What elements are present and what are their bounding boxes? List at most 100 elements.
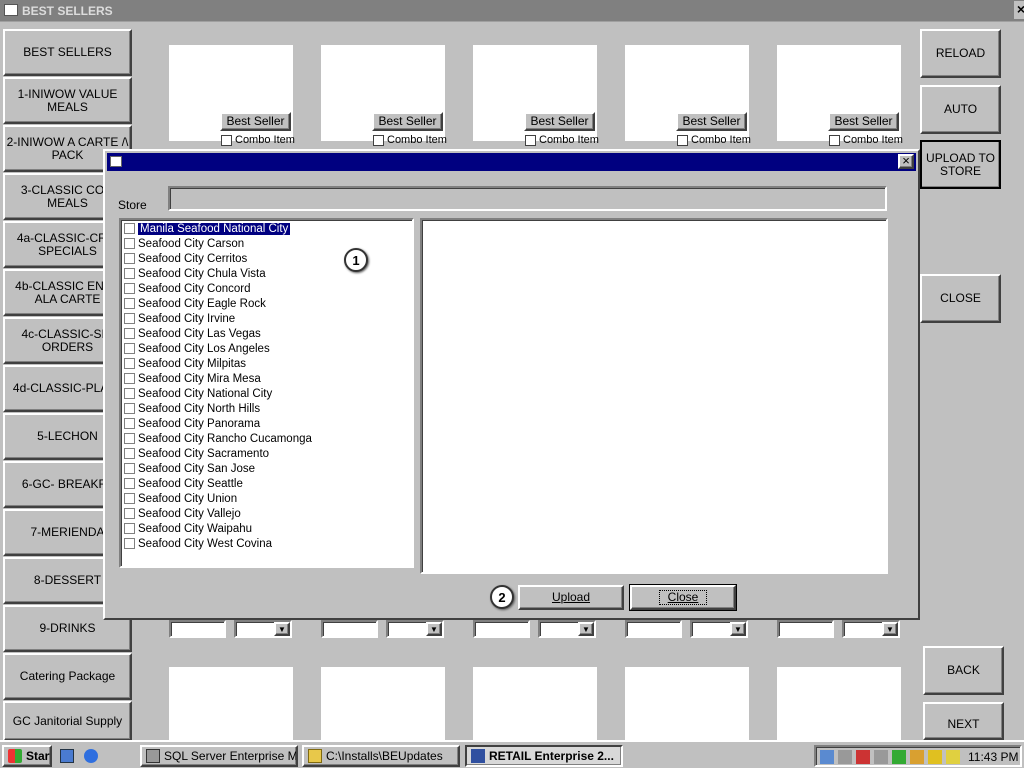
checkbox-box[interactable] [525, 134, 536, 146]
store-list-item[interactable]: Seafood City National City [121, 386, 412, 401]
store-field[interactable] [168, 186, 887, 211]
next-button[interactable]: NEXT [923, 702, 1004, 740]
task-explorer[interactable]: C:\Installs\BEUpdates [302, 745, 460, 767]
quantity-field[interactable] [321, 620, 378, 638]
store-checkbox[interactable] [124, 253, 135, 264]
store-checkbox[interactable] [124, 433, 135, 444]
store-list[interactable]: Manila Seafood National City Seafood City… [119, 218, 414, 568]
combo-item-checkbox[interactable]: Combo Item [525, 134, 599, 146]
quantity-field[interactable] [777, 620, 834, 638]
store-checkbox[interactable] [124, 238, 135, 249]
store-checkbox[interactable] [124, 418, 135, 429]
store-list-item[interactable]: Seafood City Mira Mesa [121, 371, 412, 386]
store-checkbox[interactable] [124, 328, 135, 339]
auto-button[interactable]: AUTO [920, 85, 1001, 134]
reload-button[interactable]: RELOAD [920, 29, 1001, 78]
combo-item-checkbox[interactable]: Combo Item [829, 134, 903, 146]
category-button[interactable]: Catering Package [3, 653, 132, 700]
category-button[interactable]: GC Janitorial Supply [3, 701, 132, 741]
combo-item-checkbox[interactable]: Combo Item [373, 134, 447, 146]
store-list-item[interactable]: Seafood City Sacramento [121, 446, 412, 461]
store-list-item[interactable]: Seafood City Chula Vista [121, 266, 412, 281]
store-checkbox[interactable] [124, 358, 135, 369]
store-checkbox[interactable] [124, 313, 135, 324]
task-retail[interactable]: RETAIL Enterprise 2... [465, 745, 623, 767]
item-tile[interactable] [321, 667, 445, 740]
best-seller-button[interactable]: Best Seller [828, 112, 899, 131]
item-dropdown[interactable]: ▼ [386, 620, 444, 638]
item-dropdown[interactable]: ▼ [234, 620, 292, 638]
chevron-down-icon[interactable]: ▼ [274, 622, 290, 636]
tray-server-icon[interactable] [874, 750, 888, 764]
store-list-item[interactable]: Seafood City Waipahu [121, 521, 412, 536]
upload-button[interactable]: Upload [518, 585, 624, 610]
store-list-item[interactable]: Seafood City Las Vegas [121, 326, 412, 341]
store-list-item[interactable]: Seafood City San Jose [121, 461, 412, 476]
store-checkbox[interactable] [124, 493, 135, 504]
best-seller-button[interactable]: Best Seller [372, 112, 443, 131]
main-close-icon[interactable]: × [1014, 1, 1024, 19]
checkbox-box[interactable] [221, 134, 232, 146]
category-button[interactable]: BEST SELLERS [3, 29, 132, 76]
item-dropdown[interactable]: ▼ [538, 620, 596, 638]
store-checkbox[interactable] [124, 388, 135, 399]
best-seller-button[interactable]: Best Seller [220, 112, 291, 131]
combo-item-checkbox[interactable]: Combo Item [221, 134, 295, 146]
store-checkbox[interactable] [124, 448, 135, 459]
store-list-item[interactable]: Seafood City Irvine [121, 311, 412, 326]
chevron-down-icon[interactable]: ▼ [730, 622, 746, 636]
dialog-close-button[interactable]: Close [629, 584, 737, 611]
store-list-item[interactable]: Manila Seafood National City [121, 221, 412, 236]
item-tile[interactable] [169, 667, 293, 740]
store-checkbox[interactable] [124, 223, 135, 234]
store-checkbox[interactable] [124, 283, 135, 294]
checkbox-box[interactable] [829, 134, 840, 146]
item-tile[interactable] [473, 667, 597, 740]
checkbox-box[interactable] [373, 134, 384, 146]
tray-lock-icon[interactable] [928, 750, 942, 764]
store-checkbox[interactable] [124, 523, 135, 534]
store-list-item[interactable]: Seafood City Carson [121, 236, 412, 251]
store-list-item[interactable]: Seafood City Rancho Cucamonga [121, 431, 412, 446]
quantity-field[interactable] [473, 620, 530, 638]
store-list-item[interactable]: Seafood City Los Angeles [121, 341, 412, 356]
store-checkbox[interactable] [124, 538, 135, 549]
dialog-close-icon[interactable]: × [898, 154, 914, 169]
store-list-item[interactable]: Seafood City Cerritos [121, 251, 412, 266]
item-dropdown[interactable]: ▼ [842, 620, 900, 638]
store-checkbox[interactable] [124, 478, 135, 489]
best-seller-button[interactable]: Best Seller [524, 112, 595, 131]
item-tile[interactable] [777, 667, 901, 740]
quantity-field[interactable] [169, 620, 226, 638]
item-tile[interactable] [625, 667, 749, 740]
tray-server-icon[interactable] [838, 750, 852, 764]
best-seller-button[interactable]: Best Seller [676, 112, 747, 131]
store-list-item[interactable]: Seafood City Panorama [121, 416, 412, 431]
store-checkbox[interactable] [124, 343, 135, 354]
store-checkbox[interactable] [124, 298, 135, 309]
store-checkbox[interactable] [124, 508, 135, 519]
back-button[interactable]: BACK [923, 646, 1004, 695]
item-dropdown[interactable]: ▼ [690, 620, 748, 638]
store-list-item[interactable]: Seafood City Concord [121, 281, 412, 296]
quicklaunch-desktop-icon[interactable] [60, 749, 74, 763]
task-sql-server[interactable]: SQL Server Enterprise Ma... [140, 745, 298, 767]
store-list-item[interactable]: Seafood City Union [121, 491, 412, 506]
combo-item-checkbox[interactable]: Combo Item [677, 134, 751, 146]
store-list-item[interactable]: Seafood City West Covina [121, 536, 412, 551]
store-list-item[interactable]: Seafood City Seattle [121, 476, 412, 491]
category-button[interactable]: 1-INIWOW VALUE MEALS [3, 77, 132, 124]
close-button[interactable]: CLOSE [920, 274, 1001, 323]
quicklaunch-ie-icon[interactable] [84, 749, 98, 763]
chevron-down-icon[interactable]: ▼ [882, 622, 898, 636]
store-list-item[interactable]: Seafood City Vallejo [121, 506, 412, 521]
store-checkbox[interactable] [124, 373, 135, 384]
chevron-down-icon[interactable]: ▼ [426, 622, 442, 636]
upload-to-store-button[interactable]: UPLOAD TO STORE [920, 140, 1001, 189]
tray-server-stopped-icon[interactable] [856, 750, 870, 764]
checkbox-box[interactable] [677, 134, 688, 146]
start-button[interactable]: Start [2, 745, 52, 767]
chevron-down-icon[interactable]: ▼ [578, 622, 594, 636]
tray-tools-icon[interactable] [910, 750, 924, 764]
store-checkbox[interactable] [124, 403, 135, 414]
